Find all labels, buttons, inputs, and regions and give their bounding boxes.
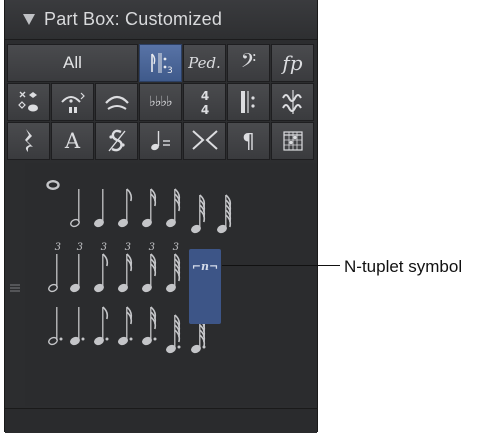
tempo-icon [150,131,170,151]
callout-line [222,265,340,266]
group-tempo-button[interactable] [139,122,182,160]
svg-text:3: 3 [167,66,173,75]
dotted-flagged-note-icon-1[interactable] [94,306,109,346]
group-chord-grids-button[interactable] [271,122,314,160]
disclosure-triangle-icon[interactable] [23,14,35,25]
note-symbols: 3 3 3 3 3 3 [46,180,232,354]
svg-text:3: 3 [125,242,131,253]
group-hairpins-button[interactable] [183,122,226,160]
group-trills-button[interactable] [271,83,314,121]
half-note-icon[interactable] [70,189,81,228]
svg-text:3: 3 [55,242,61,253]
repeat-barline-icon [240,91,255,113]
time-signature-icon: 4 4 [200,89,208,116]
dotted-flagged-note-icon-3[interactable] [142,306,157,346]
group-row-1: All 3 Ped. 𝄢 fp [7,44,315,82]
half-note-triplet-icon[interactable]: 3 [48,242,61,293]
svg-text:3: 3 [101,242,107,253]
flagged-note-triplet-icon-3[interactable]: 3 [142,242,157,293]
chord-grid-icon [282,131,303,151]
quarter-rest-icon [24,129,33,152]
svg-text:3: 3 [77,242,83,253]
quarter-note-triplet-icon[interactable]: 3 [70,242,83,293]
noteheads-icon [17,91,38,112]
flagged-note-icon-3[interactable] [166,188,181,228]
group-segno-button[interactable] [95,122,138,160]
group-text-button[interactable]: A [51,122,94,160]
group-all-button[interactable]: All [7,44,138,82]
group-ornaments-button[interactable] [51,83,94,121]
group-pedal-button[interactable]: Ped. [183,44,226,82]
group-slurs-button[interactable] [95,83,138,121]
dynamics-icon: fp [282,51,303,75]
flagged-note-triplet-icon-2[interactable]: 3 [118,242,133,293]
flagged-note-triplet-icon-1[interactable]: 3 [94,242,109,293]
flagged-note-triplet-icon-4[interactable]: 3 [166,242,181,293]
group-row-3: A ¶ [7,122,315,160]
dotted-half-note-icon[interactable] [48,307,63,346]
group-dynamics-button[interactable]: fp [271,44,314,82]
svg-text:4: 4 [200,89,208,103]
symbol-area: 3 3 3 3 3 3 [25,163,317,406]
ntuplet-symbol[interactable]: ⌐n¬ [189,249,221,324]
flagged-note-icon-5[interactable] [217,194,232,234]
svg-text:4: 4 [200,103,208,116]
quarter-note-icon[interactable] [94,189,105,228]
svg-text:⌐n¬: ⌐n¬ [192,260,218,273]
group-clefs-button[interactable]: 𝄢 [227,44,270,82]
pedal-icon: Ped. [188,54,221,72]
part-box-title: Part Box: Customized [44,9,223,29]
group-symbols-button[interactable]: ¶ [227,122,270,160]
dotted-quarter-note-icon[interactable] [70,307,85,346]
callout-label: N-tuplet symbol [344,257,463,276]
group-row-2: ♭♭♭♭ 4 4 [7,83,315,121]
bass-clef-icon: 𝄢 [240,49,257,77]
group-key-signatures-button[interactable]: ♭♭♭♭ [139,83,182,121]
hairpin-icon [191,130,218,150]
dotted-flagged-note-icon-2[interactable] [118,306,133,346]
group-repeats-button[interactable] [227,83,270,121]
group-time-signatures-button[interactable]: 4 4 [183,83,226,121]
group-rests-button[interactable] [7,122,50,160]
group-noteheads-button[interactable] [7,83,50,121]
group-notes-button[interactable]: 3 [139,44,182,82]
group-button-grid: All 3 Ped. 𝄢 fp ♭♭♭♭ 4 4 A ¶ [7,44,315,161]
flats-icon: ♭♭♭♭ [149,94,172,110]
panel-footer [5,408,317,433]
text-icon: A [64,129,81,153]
flagged-note-icon-1[interactable] [118,188,133,228]
group-all-label: All [63,53,82,72]
svg-text:3: 3 [173,242,179,253]
flagged-note-icon-4[interactable] [191,194,206,234]
resize-grip-icon[interactable] [10,277,20,292]
svg-text:3: 3 [149,242,155,253]
trill-icon [281,90,302,114]
flagged-note-icon-2[interactable] [142,188,157,228]
pilcrow-icon: ¶ [242,129,255,153]
ornaments-icon [60,92,85,113]
dotted-flagged-note-icon-4[interactable] [166,314,181,354]
segno-icon [107,129,126,152]
slur-icon [104,95,129,110]
part-box-panel: Part Box: Customized All 3 Ped. 𝄢 fp ♭♭♭… [4,0,318,433]
whole-note-icon[interactable] [46,180,60,191]
notes-tuplet-icon: 3 [150,53,173,75]
part-box-header[interactable]: Part Box: Customized [5,0,317,40]
